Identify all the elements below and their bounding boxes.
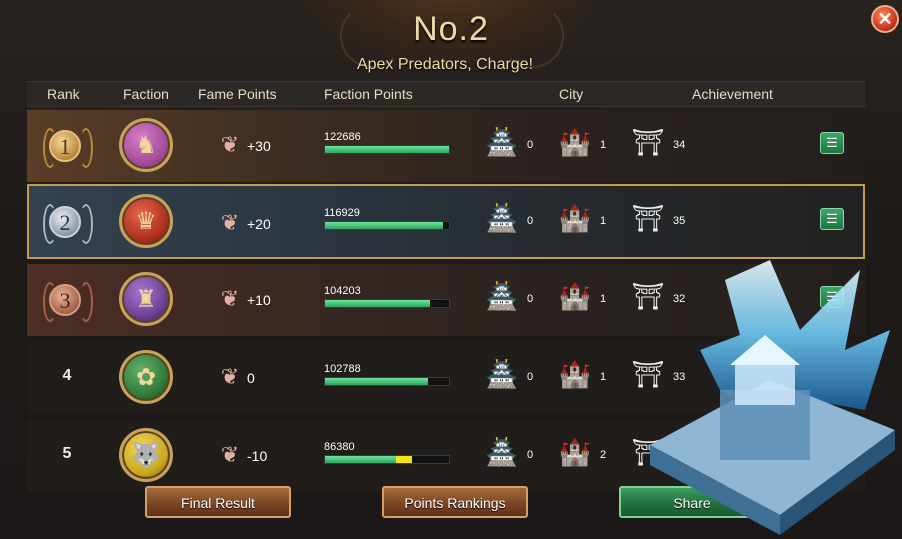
col-achievement: Achievement [692,86,773,102]
rank-medal: 2 [49,206,81,238]
col-fame-points: Fame Points [198,86,277,102]
col-faction-points: Faction Points [324,86,413,102]
rank-medal: 1 [49,130,81,162]
castle-icon: 🏯 [485,127,519,157]
city-count-a: 0 [527,371,534,383]
fame-points: ❦ +20 [217,210,297,238]
fame-value: +30 [247,138,271,154]
fortress-icon: 🏰 [558,127,592,157]
rank-medal: 3 [49,284,81,316]
city-count-a: 0 [527,139,534,151]
bar-fill [325,222,443,229]
castle-icon: 🏯 [485,281,519,311]
rank-number: 5 [62,445,72,462]
fame-laurel-icon: ❦ [220,132,240,157]
fame-laurel-icon: ❦ [220,210,240,235]
temple-icon: ⛩ [631,203,665,233]
bar-fill [325,378,428,385]
fame-laurel-icon: ❦ [220,286,240,311]
points-rankings-button[interactable]: Points Rankings [382,486,528,518]
details-button[interactable]: ☰ [820,132,844,154]
fame-laurel-icon: ❦ [220,442,240,467]
city-count-b: 1 [600,215,607,227]
fame-points: ❦ +10 [217,286,297,314]
faction-points-value: 104203 [324,285,361,297]
list-icon: ☰ [826,211,838,226]
faction-points-value: 122686 [324,131,361,143]
rank-number: 4 [62,367,72,384]
ice-castle-decoration [650,260,895,535]
stag-sigil-icon: ♞ [119,118,173,172]
laurel-icon [79,128,93,168]
fortress-icon: 🏰 [558,437,592,467]
final-result-button[interactable]: Final Result [145,486,291,518]
city-count-b: 1 [600,371,607,383]
faction-points-value: 102788 [324,363,361,375]
fortress-icon: 🏰 [558,359,592,389]
faction-points-bar [324,455,450,464]
fame-laurel-icon: ❦ [220,364,240,389]
faction-points-bar [324,221,450,230]
faction-points-bar [324,377,450,386]
achievement-value: 34 [673,139,686,151]
fortress-icon: 🏰 [558,281,592,311]
castle-icon: 🏯 [485,437,519,467]
lion-sigil-icon: ♛ [119,194,173,248]
flower-sigil-icon: ✿ [119,350,173,404]
fame-value: +10 [247,292,271,308]
wolf-sigil-icon: 🐺 [119,428,173,482]
city-count-a: 0 [527,449,534,461]
details-button[interactable]: ☰ [820,208,844,230]
city-count-b: 2 [600,449,607,461]
table-row: 1 ♞ ❦ +30 122686 🏯 0 🏰 1 ⛩ 34 ☰ [27,110,865,182]
castle-icon: 🏯 [485,359,519,389]
city-count-b: 1 [600,293,607,305]
faction-points-value: 86380 [324,441,355,453]
col-rank: Rank [47,86,80,102]
rank-title: No.2 [413,10,489,48]
bar-fill [325,456,396,463]
list-icon: ☰ [826,135,838,150]
castle-icon: 🏯 [485,203,519,233]
faction-points-value: 116929 [324,207,360,219]
fame-value: +20 [247,216,271,232]
faction-points-bar [324,145,450,154]
laurel-icon [79,282,93,322]
bar-fill [325,300,431,307]
fortress-icon: 🏰 [558,203,592,233]
col-city: City [559,86,584,102]
achievement-value: 35 [673,215,686,227]
fame-points: ❦ -10 [217,442,297,470]
bar-fill [325,146,449,153]
city-count-a: 0 [527,293,534,305]
city-count-a: 0 [527,215,534,227]
temple-icon: ⛩ [631,127,665,157]
dragon-sigil-icon: ♜ [119,272,173,326]
fame-points: ❦ 0 [217,364,297,392]
rank-subtitle: Apex Predators, Charge! [356,56,534,73]
city-count-b: 1 [600,139,607,151]
laurel-icon [79,204,93,244]
faction-points-bar [324,299,450,308]
close-button[interactable]: ✕ [871,5,899,33]
fame-value: -10 [247,448,268,464]
col-faction: Faction [123,86,169,102]
fame-value: 0 [247,370,255,386]
bar-fill-highlight [395,456,412,463]
fame-points: ❦ +30 [217,132,297,160]
table-header: Rank Faction Fame Points Faction Points … [27,81,865,107]
close-icon: ✕ [877,9,893,29]
